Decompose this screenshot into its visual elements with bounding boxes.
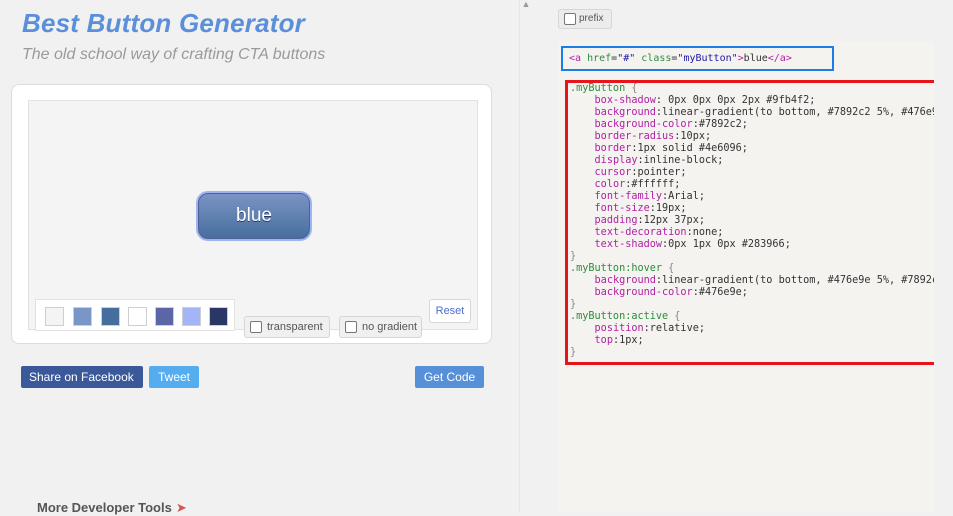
css-declaration-line: background-color:#7892c2; [594, 119, 748, 130]
html-link-text: blue [743, 53, 768, 64]
transparent-checkbox[interactable] [250, 321, 262, 333]
css-declaration-line: font-family:Arial; [594, 191, 705, 202]
css-declaration-line: top:1px; [594, 335, 644, 346]
html-code-snippet[interactable]: <a href="#" class="myButton">blue</a> [561, 46, 834, 71]
prefix-toggle[interactable]: prefix [558, 9, 612, 29]
generator-panel: Best Button Generator The old school way… [0, 0, 520, 515]
html-open-tag: <a [569, 53, 588, 64]
css-close-brace: } [570, 347, 577, 358]
transparent-toggle[interactable]: transparent [244, 316, 330, 338]
swatch-5[interactable] [155, 307, 174, 326]
css-declaration-line: background:linear-gradient(to bottom, #4… [594, 275, 934, 286]
css-declaration-line: text-decoration:none; [594, 227, 724, 238]
html-href-attr: href [587, 53, 612, 64]
app-title: Best Button Generator [22, 8, 306, 38]
html-class-attr: class [641, 53, 672, 64]
more-tools-label: More Developer Tools [37, 500, 172, 515]
tweet-button[interactable]: Tweet [149, 366, 199, 388]
share-facebook-button[interactable]: Share on Facebook [21, 366, 143, 388]
css-declaration-line: cursor:pointer; [594, 167, 687, 178]
css-declaration-line: box-shadow: 0px 0px 0px 2px #9fb4f2; [594, 95, 816, 106]
swatch-2[interactable] [73, 307, 92, 326]
css-declaration-line: font-size:19px; [594, 203, 687, 214]
css-declaration-line: border:1px solid #4e6096; [594, 143, 748, 154]
html-close-tag: </a> [767, 53, 792, 64]
preview-stage: blue transparent no gradient Reset [28, 100, 478, 338]
scroll-up-arrow-icon[interactable]: ▲ [521, 0, 531, 9]
html-href-value: "#" [617, 53, 636, 64]
panel-divider [519, 0, 520, 512]
app-subtitle: The old school way of crafting CTA butto… [22, 46, 326, 63]
css-close-brace: } [570, 299, 577, 310]
css-code: .myButton { box-shadow: 0px 0px 0px 2px … [568, 83, 934, 359]
css-code-box[interactable]: .myButton { box-shadow: 0px 0px 0px 2px … [565, 80, 934, 365]
css-declaration-line: background:linear-gradient(to bottom, #7… [594, 107, 934, 118]
css-declaration-line: position:relative; [594, 323, 705, 334]
css-selector-line: .myButton { [570, 83, 638, 94]
get-code-button[interactable]: Get Code [415, 366, 484, 388]
preview-card: blue transparent no gradient Reset [11, 84, 492, 344]
prefix-label: prefix [579, 13, 604, 24]
css-declaration-line: text-shadow:0px 1px 0px #283966; [594, 239, 791, 250]
css-declaration-line: padding:12px 37px; [594, 215, 705, 226]
css-close-brace: } [570, 251, 577, 262]
css-declaration-line: color:#ffffff; [594, 179, 681, 190]
transparent-label: transparent [267, 321, 323, 333]
css-declaration-line: display:inline-block; [594, 155, 724, 166]
swatch-7[interactable] [209, 307, 228, 326]
swatch-3[interactable] [101, 307, 120, 326]
more-developer-tools-link[interactable]: More Developer Tools ➤ [37, 500, 187, 516]
reset-button[interactable]: Reset [429, 299, 471, 323]
code-panel: <a href="#" class="myButton">blue</a> .m… [558, 42, 934, 512]
css-declaration-line: background-color:#476e9e; [594, 287, 748, 298]
swatch-6[interactable] [182, 307, 201, 326]
demo-cta-button[interactable]: blue [198, 193, 310, 239]
css-declaration-line: border-radius:10px; [594, 131, 712, 142]
swatch-1[interactable] [45, 307, 64, 326]
html-class-value: "myButton" [677, 53, 738, 64]
no-gradient-checkbox[interactable] [345, 321, 357, 333]
color-swatch-bar [35, 299, 235, 331]
code-output-panel: prefix <a href="#" class="myButton">blue… [531, 0, 953, 512]
no-gradient-toggle[interactable]: no gradient [339, 316, 422, 338]
prefix-checkbox[interactable] [564, 13, 576, 25]
css-selector-line: .myButton:active { [570, 311, 681, 322]
swatch-4[interactable] [128, 307, 147, 326]
css-selector-line: .myButton:hover { [570, 263, 675, 274]
no-gradient-label: no gradient [362, 321, 418, 333]
rocket-icon: ➤ [175, 500, 187, 515]
